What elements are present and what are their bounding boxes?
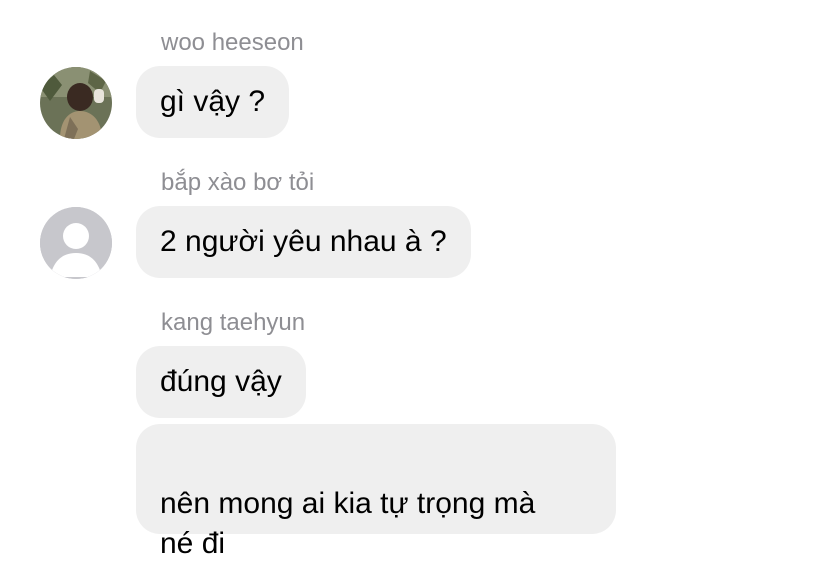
message-text: nên mong ai kia tự trọng mà né đi: [160, 487, 536, 560]
message-text: gì vậy ?: [160, 85, 266, 118]
sender-name: bắp xào bơ tỏi: [161, 169, 315, 196]
message-bubble[interactable]: đúng vậy: [136, 346, 306, 418]
sender-name: woo heeseon: [161, 29, 304, 56]
person-icon: [40, 207, 112, 279]
user-avatar-photo[interactable]: [40, 67, 112, 139]
sender-name: kang taehyun: [161, 309, 306, 336]
user-avatar-default[interactable]: [40, 207, 112, 279]
avatar-photo-icon: [40, 67, 112, 139]
message-bubble[interactable]: gì vậy ?: [136, 66, 290, 138]
message-bubble[interactable]: nên mong ai kia tự trọng mà né đi: [136, 424, 616, 560]
message-text: 2 người yêu nhau à ?: [160, 225, 447, 258]
message-bubble[interactable]: 2 người yêu nhau à ?: [136, 206, 471, 278]
message-text: đúng vậy: [160, 365, 282, 398]
